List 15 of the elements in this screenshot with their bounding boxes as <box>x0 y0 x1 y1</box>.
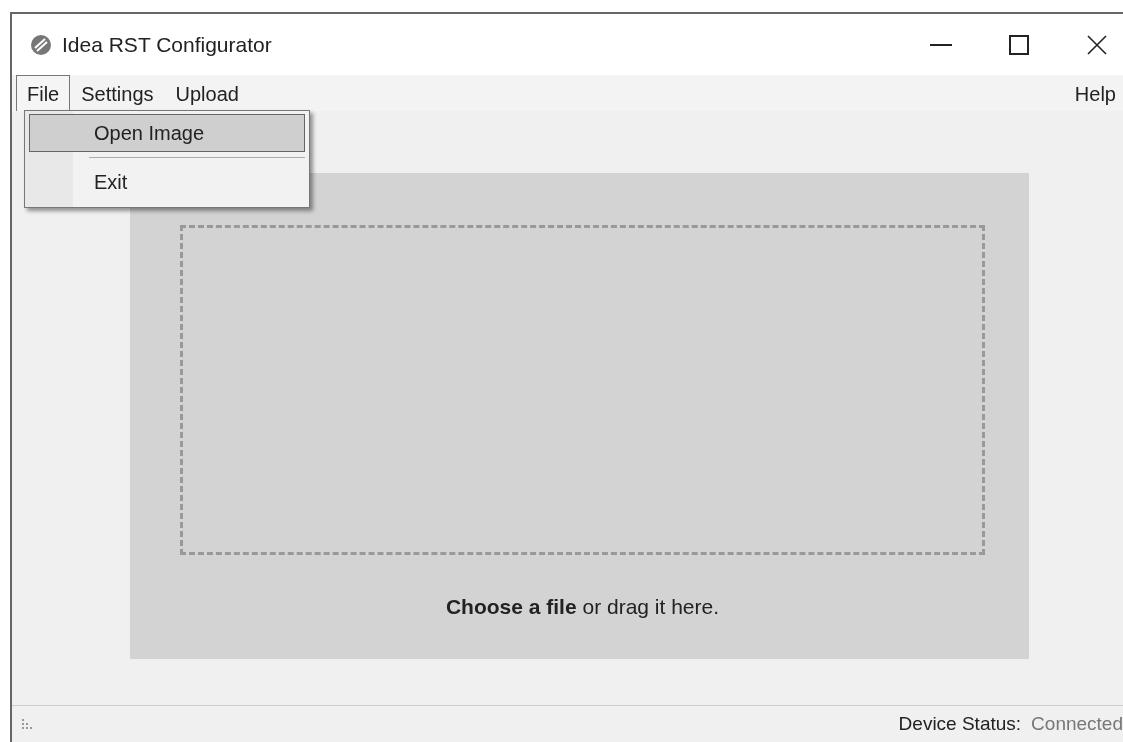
menu-item[interactable]: Upload <box>164 75 250 111</box>
menu-option[interactable]: Open Image <box>29 114 305 152</box>
maximize-icon[interactable] <box>1009 34 1029 55</box>
menu-item[interactable]: File <box>16 75 71 111</box>
app-icon <box>30 33 52 56</box>
menu-item[interactable]: Settings <box>70 75 165 111</box>
close-icon[interactable] <box>1087 34 1107 55</box>
status-label: Device Status: <box>898 711 1022 736</box>
drop-instruction: Choose a file or drag it here. <box>445 594 720 621</box>
minimize-icon[interactable] <box>930 43 952 46</box>
resize-grip-icon <box>22 718 32 729</box>
status-value: Connected <box>1031 711 1123 736</box>
drop-zone[interactable]: Choose a file or drag it here. <box>130 172 1029 659</box>
help-menu[interactable]: Help <box>1063 75 1123 111</box>
window-title: Idea RST Configurator <box>62 31 272 58</box>
